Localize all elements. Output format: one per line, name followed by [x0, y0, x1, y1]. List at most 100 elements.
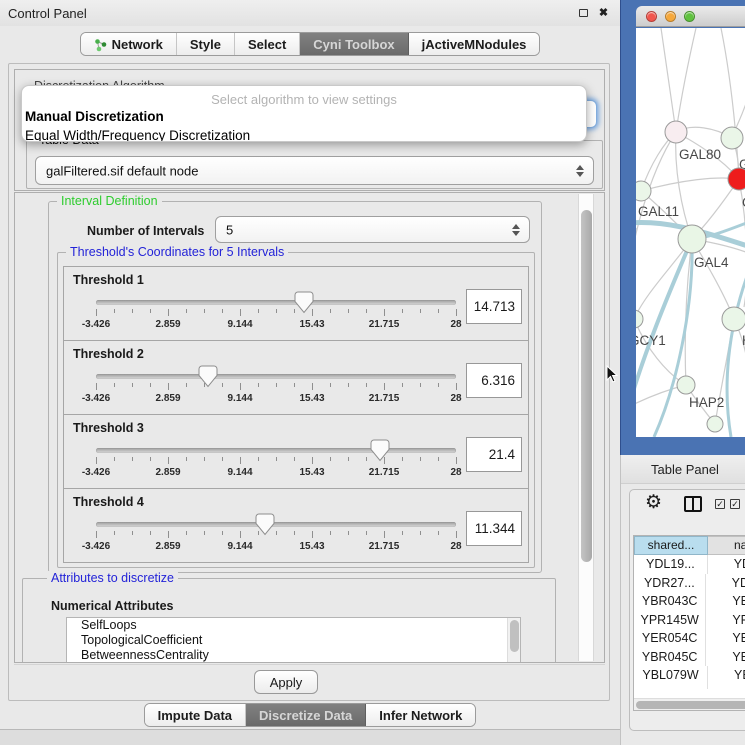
slider-track[interactable] — [96, 374, 456, 379]
slider-handle[interactable] — [294, 291, 314, 314]
number-of-intervals-combobox[interactable]: 5 — [215, 216, 530, 243]
slider-track[interactable] — [96, 300, 456, 305]
network-canvas[interactable]: GAL80G.CGAL11GAL4GCY1HHAP2 — [636, 28, 745, 437]
algorithm-option-equal-width-frequency-discretization[interactable]: Equal Width/Frequency Discretization — [22, 126, 586, 142]
table-data-value: galFiltered.sif default node — [46, 163, 198, 178]
tab-network[interactable]: Network — [81, 33, 177, 55]
table-data-groupbox: Table Data galFiltered.sif default node — [26, 140, 603, 189]
close-light[interactable] — [646, 11, 657, 22]
tick-mark — [132, 309, 133, 313]
tick-mark — [258, 383, 259, 387]
zoom-light[interactable] — [684, 11, 695, 22]
slider-handle[interactable] — [255, 513, 275, 536]
network-node-g-[interactable] — [721, 127, 743, 149]
network-edge[interactable] — [661, 28, 676, 132]
table-row[interactable]: YPR145WYPR1 — [634, 611, 745, 630]
tick-mark — [294, 531, 295, 535]
tick-label: 28 — [450, 467, 461, 478]
cell-shared-name: YER054C — [634, 629, 706, 648]
table-row[interactable]: YLR345WYLR3 — [634, 685, 745, 690]
tick-label: 9.144 — [227, 541, 252, 552]
table-row[interactable]: YBR043CYBR0 — [634, 592, 745, 611]
table-horizontal-scrollbar[interactable] — [634, 698, 745, 710]
threshold-value-field[interactable]: 21.4 — [466, 437, 522, 472]
network-edge[interactable] — [721, 28, 739, 179]
threshold-slider[interactable]: -3.4262.8599.14415.4321.71528 — [96, 514, 456, 560]
numerical-attributes-list[interactable]: SelfLoopsTopologicalCoefficientBetweenne… — [66, 617, 521, 663]
network-view-window[interactable]: GAL80G.CGAL11GAL4GCY1HHAP2 — [636, 6, 745, 437]
close-panel-button[interactable]: ✖ — [597, 7, 610, 20]
tick-mark — [222, 383, 223, 387]
checkbox-icon[interactable]: ✓ — [715, 499, 725, 509]
threshold-slider[interactable]: -3.4262.8599.14415.4321.71528 — [96, 440, 456, 486]
network-edge[interactable] — [636, 319, 686, 385]
network-node-gal11[interactable] — [636, 181, 651, 201]
tab-impute-data[interactable]: Impute Data — [145, 704, 246, 726]
threshold-slider[interactable]: -3.4262.8599.14415.4321.71528 — [96, 366, 456, 412]
slider-track[interactable] — [96, 448, 456, 453]
split-columns-icon[interactable] — [684, 496, 702, 512]
slider-handle[interactable] — [370, 439, 390, 462]
tick-mark — [438, 531, 439, 535]
network-node-gcy1[interactable] — [636, 310, 643, 328]
tick-mark — [276, 383, 277, 387]
tab-style[interactable]: Style — [177, 33, 235, 55]
network-node-h[interactable] — [722, 307, 745, 331]
attribute-item-betweennesscentrality[interactable]: BetweennessCentrality — [67, 648, 520, 663]
network-node-hap2[interactable] — [677, 376, 695, 394]
cell-name: YDL1 — [708, 555, 745, 574]
tab-jactivemnodules[interactable]: jActiveMNodules — [409, 33, 540, 55]
slider-handle[interactable] — [198, 365, 218, 388]
tick-mark — [294, 383, 295, 387]
tick-mark — [222, 309, 223, 313]
network-graph[interactable]: GAL80G.CGAL11GAL4GCY1HHAP2 — [636, 28, 745, 437]
network-node[interactable] — [707, 416, 723, 432]
network-node-c[interactable] — [728, 168, 745, 190]
threshold-slider[interactable]: -3.4262.8599.14415.4321.71528 — [96, 292, 456, 338]
tab-label: Style — [190, 37, 221, 52]
table-row[interactable]: YER054CYER0 — [634, 629, 745, 648]
network-window-titlebar[interactable] — [636, 6, 745, 27]
threshold-value-field[interactable]: 14.713 — [466, 289, 522, 324]
threshold-value-field[interactable]: 6.316 — [466, 363, 522, 398]
table-row[interactable]: YDL19...YDL1 — [634, 555, 745, 574]
tab-discretize-data[interactable]: Discretize Data — [246, 704, 366, 726]
network-edge-highlighted[interactable] — [727, 268, 745, 437]
tick-mark — [114, 383, 115, 387]
tick-mark — [186, 531, 187, 535]
minimize-light[interactable] — [665, 11, 676, 22]
apply-button[interactable]: Apply — [254, 670, 318, 694]
attribute-item-selfloops[interactable]: SelfLoops — [67, 618, 520, 633]
network-edge[interactable] — [676, 28, 696, 132]
scrollbar-thumb[interactable] — [581, 210, 592, 562]
slider-track[interactable] — [96, 522, 456, 527]
float-window-button[interactable] — [577, 7, 590, 20]
gear-icon[interactable]: ⚙ — [645, 493, 662, 512]
checkbox-icon[interactable]: ✓ — [730, 499, 740, 509]
attribute-item-topologicalcoefficient[interactable]: TopologicalCoefficient — [67, 633, 520, 648]
table-row[interactable]: YDR27...YDR2 — [634, 574, 745, 593]
threshold-value-field[interactable]: 11.344 — [466, 511, 522, 546]
tick-mark — [150, 531, 151, 535]
tick-mark — [276, 457, 277, 461]
attributes-list-scrollbar[interactable] — [507, 618, 520, 663]
table-data-combobox[interactable]: galFiltered.sif default node — [35, 156, 594, 185]
algorithm-option-manual-discretization[interactable]: Manual Discretization — [22, 107, 586, 126]
tab-infer-network[interactable]: Infer Network — [366, 704, 475, 726]
network-node-gal80[interactable] — [665, 121, 687, 143]
table-row[interactable]: YBL079WYBL0 — [634, 666, 745, 685]
scrollbar-thumb[interactable] — [636, 701, 745, 709]
column-header-shared-name[interactable]: shared... — [634, 536, 708, 555]
tab-cyni-toolbox[interactable]: Cyni Toolbox — [300, 33, 408, 55]
cell-shared-name: YBR045C — [634, 648, 706, 667]
network-node-gal4[interactable] — [678, 225, 706, 253]
node-label: GAL11 — [638, 204, 679, 219]
tab-label: Impute Data — [158, 708, 232, 723]
table-row[interactable]: YBR045CYBR0 — [634, 648, 745, 667]
network-edge[interactable] — [641, 178, 739, 191]
cell-shared-name: YDR27... — [634, 574, 706, 593]
main-vertical-scrollbar[interactable] — [578, 194, 594, 661]
column-header-name[interactable]: na — [708, 536, 745, 555]
tick-mark — [438, 457, 439, 461]
tab-select[interactable]: Select — [235, 33, 300, 55]
